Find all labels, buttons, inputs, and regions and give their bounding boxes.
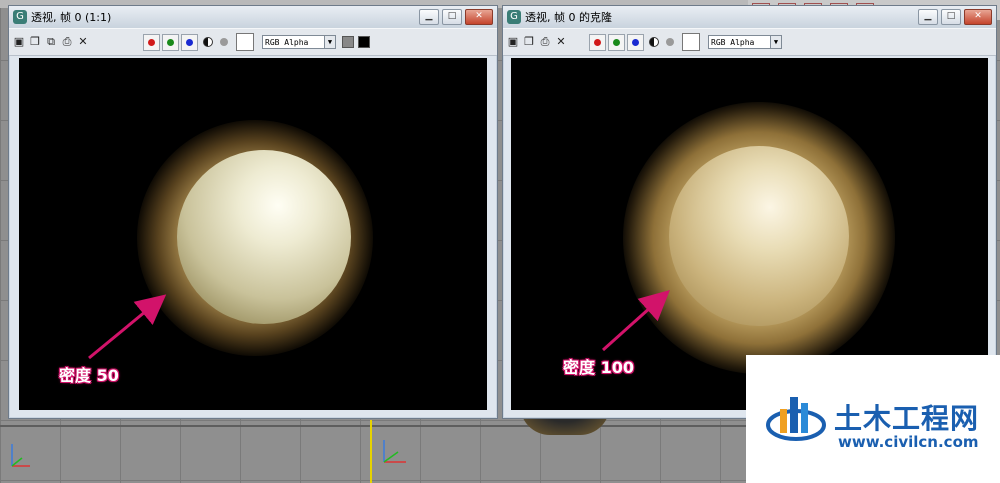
watermark: 土木工程网 www.civilcn.com bbox=[746, 355, 1000, 483]
maximize-button[interactable]: □ bbox=[941, 9, 961, 25]
title-bar[interactable]: G 透视, 帧 0 的克隆 ▁ □ ✕ bbox=[503, 6, 996, 28]
alpha-channel-icon[interactable] bbox=[220, 38, 228, 46]
red-channel-button[interactable] bbox=[589, 33, 606, 51]
blue-channel-button[interactable] bbox=[181, 33, 198, 51]
axis-gizmo-icon bbox=[11, 444, 30, 467]
green-channel-button[interactable] bbox=[608, 33, 625, 51]
title-bar[interactable]: G 透视, 帧 0 (1:1) ▁ □ ✕ bbox=[9, 6, 497, 28]
axis-gizmo-icon bbox=[383, 440, 406, 463]
minimize-button[interactable]: ▁ bbox=[918, 9, 938, 25]
channel-select[interactable]: RGB Alpha ▼ bbox=[262, 35, 336, 49]
channel-select-value: RGB Alpha bbox=[711, 38, 755, 47]
background-swatch[interactable] bbox=[236, 33, 254, 51]
channel-select-value: RGB Alpha bbox=[265, 38, 309, 47]
active-viewport-border bbox=[370, 420, 372, 483]
maximize-button[interactable]: □ bbox=[442, 9, 462, 25]
density-label: 密度 100 bbox=[563, 358, 634, 377]
save-icon[interactable]: ▣ bbox=[507, 36, 519, 48]
chevron-down-icon: ▼ bbox=[324, 36, 335, 48]
render-toolbar: ▣ ❐ ⎙ ✕ RGB Alpha ▼ bbox=[503, 28, 996, 56]
print-icon[interactable]: ⎙ bbox=[61, 36, 73, 48]
background-swatch[interactable] bbox=[682, 33, 700, 51]
rendered-image: 密度 50 bbox=[19, 58, 487, 410]
save-icon[interactable]: ▣ bbox=[13, 36, 25, 48]
mono-channel-icon[interactable] bbox=[203, 37, 213, 47]
channel-select[interactable]: RGB Alpha ▼ bbox=[708, 35, 782, 49]
annotation-arrow bbox=[88, 294, 167, 360]
watermark-brand: 土木工程网 bbox=[834, 402, 980, 435]
civilcn-logo-icon bbox=[766, 397, 826, 441]
copy-icon[interactable]: ❐ bbox=[523, 36, 535, 48]
clone-icon[interactable]: ⧉ bbox=[45, 36, 57, 48]
app-icon: G bbox=[507, 10, 521, 24]
window-title: 透视, 帧 0 (1:1) bbox=[31, 11, 112, 24]
copy-icon[interactable]: ❐ bbox=[29, 36, 41, 48]
clear-icon[interactable]: ✕ bbox=[77, 36, 89, 48]
blue-channel-button[interactable] bbox=[627, 33, 644, 51]
close-button[interactable]: ✕ bbox=[964, 9, 992, 25]
app-icon: G bbox=[13, 10, 27, 24]
close-button[interactable]: ✕ bbox=[465, 9, 493, 25]
render-toolbar: ▣ ❐ ⧉ ⎙ ✕ RGB Alpha ▼ bbox=[9, 28, 497, 56]
clear-icon[interactable]: ✕ bbox=[555, 36, 567, 48]
red-channel-button[interactable] bbox=[143, 33, 160, 51]
window-title: 透视, 帧 0 的克隆 bbox=[525, 11, 612, 24]
alpha-channel-icon[interactable] bbox=[666, 38, 674, 46]
mono-channel-icon[interactable] bbox=[649, 37, 659, 47]
display-toggle-black[interactable] bbox=[358, 36, 370, 48]
print-icon[interactable]: ⎙ bbox=[539, 36, 551, 48]
render-window-left[interactable]: G 透视, 帧 0 (1:1) ▁ □ ✕ ▣ ❐ ⧉ ⎙ ✕ RGB Alph… bbox=[8, 5, 498, 419]
watermark-url: www.civilcn.com bbox=[838, 433, 979, 451]
chevron-down-icon: ▼ bbox=[770, 36, 781, 48]
display-toggle-gray[interactable] bbox=[342, 36, 354, 48]
minimize-button[interactable]: ▁ bbox=[419, 9, 439, 25]
green-channel-button[interactable] bbox=[162, 33, 179, 51]
density-label: 密度 50 bbox=[59, 366, 119, 385]
